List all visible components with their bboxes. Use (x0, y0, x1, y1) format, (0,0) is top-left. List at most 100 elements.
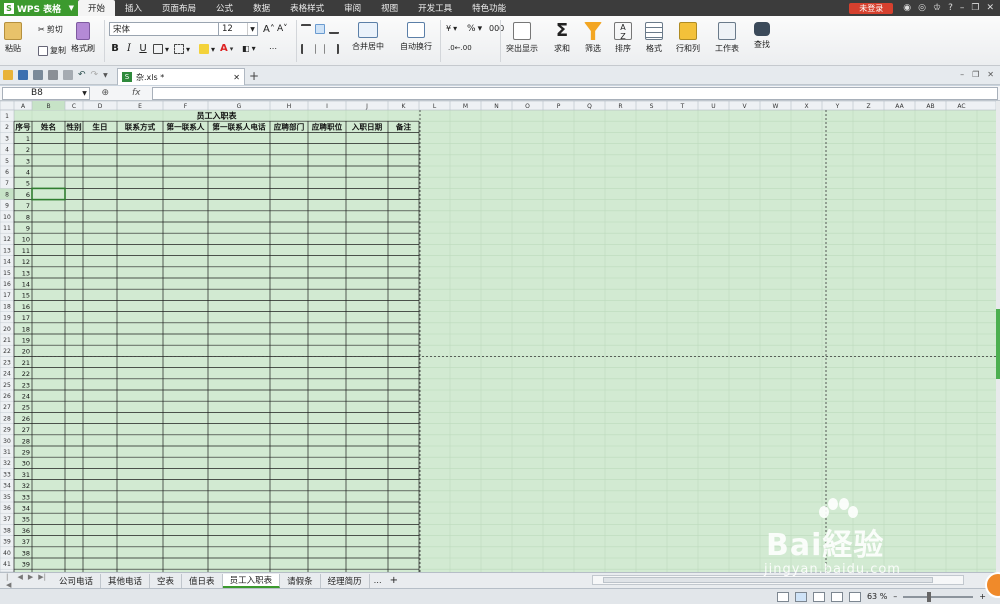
normal-view-icon[interactable] (776, 591, 789, 602)
more-format-button[interactable]: ⋯ (269, 44, 277, 53)
undo-icon[interactable]: ↶ (78, 70, 86, 80)
new-document-button[interactable]: + (249, 69, 259, 83)
align-top-icon[interactable] (301, 24, 311, 34)
font-size-select[interactable]: 12 ▼ (218, 22, 258, 36)
skin-icon[interactable]: ♔ (933, 3, 941, 13)
filter-button[interactable]: 筛选 (584, 22, 602, 54)
open-folder-icon[interactable] (3, 70, 13, 80)
formula-input[interactable] (152, 86, 998, 100)
save-as-icon[interactable] (33, 70, 43, 80)
zoom-in-icon[interactable]: + (979, 592, 986, 601)
feedback-icon[interactable]: ◎ (918, 3, 926, 13)
menu-item[interactable]: 页面布局 (152, 0, 206, 16)
restore-icon[interactable]: ❐ (971, 3, 979, 13)
copy-button[interactable]: 复制 (38, 45, 66, 56)
last-sheet-icon[interactable]: ▶| (38, 573, 46, 589)
first-sheet-icon[interactable]: |◀ (6, 573, 12, 589)
row-col-button[interactable]: 行和列 (676, 22, 700, 54)
sort-button[interactable]: AZ 排序 (614, 22, 632, 54)
bold-button[interactable]: B (109, 43, 121, 54)
highlight-button[interactable]: 突出显示 (506, 22, 538, 54)
spreadsheet-grid[interactable]: A B C D E F G H I J K L M N O P Q R S T U V W X Y Z AA AB AC 1 2 3 4 5 6 7 8… (0, 101, 996, 572)
sum-button[interactable]: Σ 求和 (553, 22, 571, 54)
menu-item[interactable]: 开发工具 (408, 0, 462, 16)
zoom-level[interactable]: 63 % (867, 592, 887, 601)
menu-item[interactable]: 插入 (115, 0, 152, 16)
format-button[interactable]: 格式 (645, 22, 663, 54)
close-tab-icon[interactable]: ✕ (233, 73, 240, 82)
italic-button[interactable]: I (123, 43, 135, 54)
question-icon[interactable]: ? (948, 3, 953, 13)
clear-button[interactable]: ◧ ▾ (242, 44, 256, 53)
number-format-button[interactable]: ¥ ▾ (446, 24, 457, 33)
menu-item[interactable]: 数据 (243, 0, 280, 16)
next-sheet-icon[interactable]: ▶ (28, 573, 33, 589)
horizontal-scrollbar[interactable] (592, 575, 964, 585)
zoom-out-icon[interactable]: – (893, 592, 897, 601)
help-icon[interactable]: ◉ (903, 3, 911, 13)
restore-icon[interactable]: ❐ (972, 70, 979, 79)
wrap-text-button[interactable]: 自动换行 (400, 22, 432, 52)
align-bottom-icon[interactable] (329, 24, 339, 34)
merge-center-button[interactable]: 合并居中 (352, 22, 384, 52)
fx-icon[interactable]: fx (132, 88, 141, 98)
menu-item[interactable]: 视图 (371, 0, 408, 16)
page-break-view-icon[interactable] (812, 591, 825, 602)
close-icon[interactable]: ✕ (986, 3, 994, 13)
print-icon[interactable] (48, 70, 58, 80)
align-right-icon[interactable] (329, 44, 339, 54)
format-painter-button[interactable]: 格式刷 (71, 22, 95, 54)
print-preview-icon[interactable] (63, 70, 73, 80)
paste-button[interactable]: 粘贴 (4, 22, 22, 54)
close-icon[interactable]: ✕ (987, 70, 994, 79)
redo-icon[interactable]: ↷ (91, 70, 99, 80)
eye-protection-icon[interactable] (848, 591, 861, 602)
minimize-icon[interactable]: – (960, 3, 965, 13)
border-button[interactable]: ▾ (153, 44, 169, 54)
zoom-formula-icon[interactable]: ⊕ (101, 88, 109, 98)
prev-sheet-icon[interactable]: ◀ (17, 573, 22, 589)
cut-button[interactable]: ✂ 剪切 (38, 24, 63, 35)
menu-item[interactable]: 审阅 (334, 0, 371, 16)
sheet-tab[interactable]: 值日表 (182, 573, 223, 588)
find-button[interactable]: 查找 (754, 22, 770, 50)
scroll-thumb[interactable] (603, 577, 933, 583)
app-menu-button[interactable]: S WPS 表格 ▼ (0, 0, 78, 16)
minimize-icon[interactable]: – (960, 70, 964, 79)
align-left-icon[interactable] (301, 44, 311, 54)
worksheet-button[interactable]: 工作表 (715, 22, 739, 54)
qat-dropdown-icon[interactable]: ▼ (103, 72, 108, 79)
reading-view-icon[interactable] (830, 591, 843, 602)
thousands-button[interactable]: 000 (489, 24, 504, 33)
name-box[interactable]: B8 ▼ (2, 86, 90, 100)
scroll-thumb[interactable] (996, 309, 1000, 379)
fill-color-button[interactable]: ▾ (199, 44, 215, 54)
sheet-tab[interactable]: 员工入职表 (222, 573, 281, 588)
sheet-tab[interactable]: 公司电话 (52, 573, 102, 588)
zoom-slider[interactable] (903, 591, 974, 602)
add-sheet-button[interactable]: + (386, 575, 402, 586)
page-layout-view-icon[interactable] (794, 591, 807, 602)
menu-item[interactable]: 公式 (206, 0, 243, 16)
align-center-icon[interactable] (315, 44, 325, 54)
shrink-font-button[interactable]: A˅ (277, 24, 288, 34)
sheet-tab[interactable]: 请假条 (280, 573, 321, 588)
sheet-tab[interactable]: 经理简历 (321, 573, 370, 588)
login-button[interactable]: 未登录 (849, 2, 894, 14)
cell-style-button[interactable]: ▾ (174, 44, 190, 54)
vertical-scrollbar[interactable] (996, 101, 1000, 572)
menu-item[interactable]: 特色功能 (462, 0, 516, 16)
align-middle-icon[interactable] (315, 24, 325, 34)
more-sheets-button[interactable]: … (370, 576, 386, 585)
zoom-knob[interactable] (927, 591, 932, 602)
menu-item[interactable]: 开始 (78, 0, 116, 16)
font-color-button[interactable]: A ▾ (220, 43, 233, 54)
underline-button[interactable]: U (137, 43, 149, 54)
sheet-tab[interactable]: 其他电话 (101, 573, 151, 588)
increase-decimal-button[interactable]: .0←.00 (448, 44, 472, 52)
menu-item[interactable]: 表格样式 (280, 0, 334, 16)
document-tab[interactable]: S 杂.xls * ✕ (117, 68, 245, 85)
percent-button[interactable]: % ▾ (467, 24, 482, 34)
sheet-tab[interactable]: 空表 (150, 573, 183, 588)
save-icon[interactable] (18, 70, 28, 80)
